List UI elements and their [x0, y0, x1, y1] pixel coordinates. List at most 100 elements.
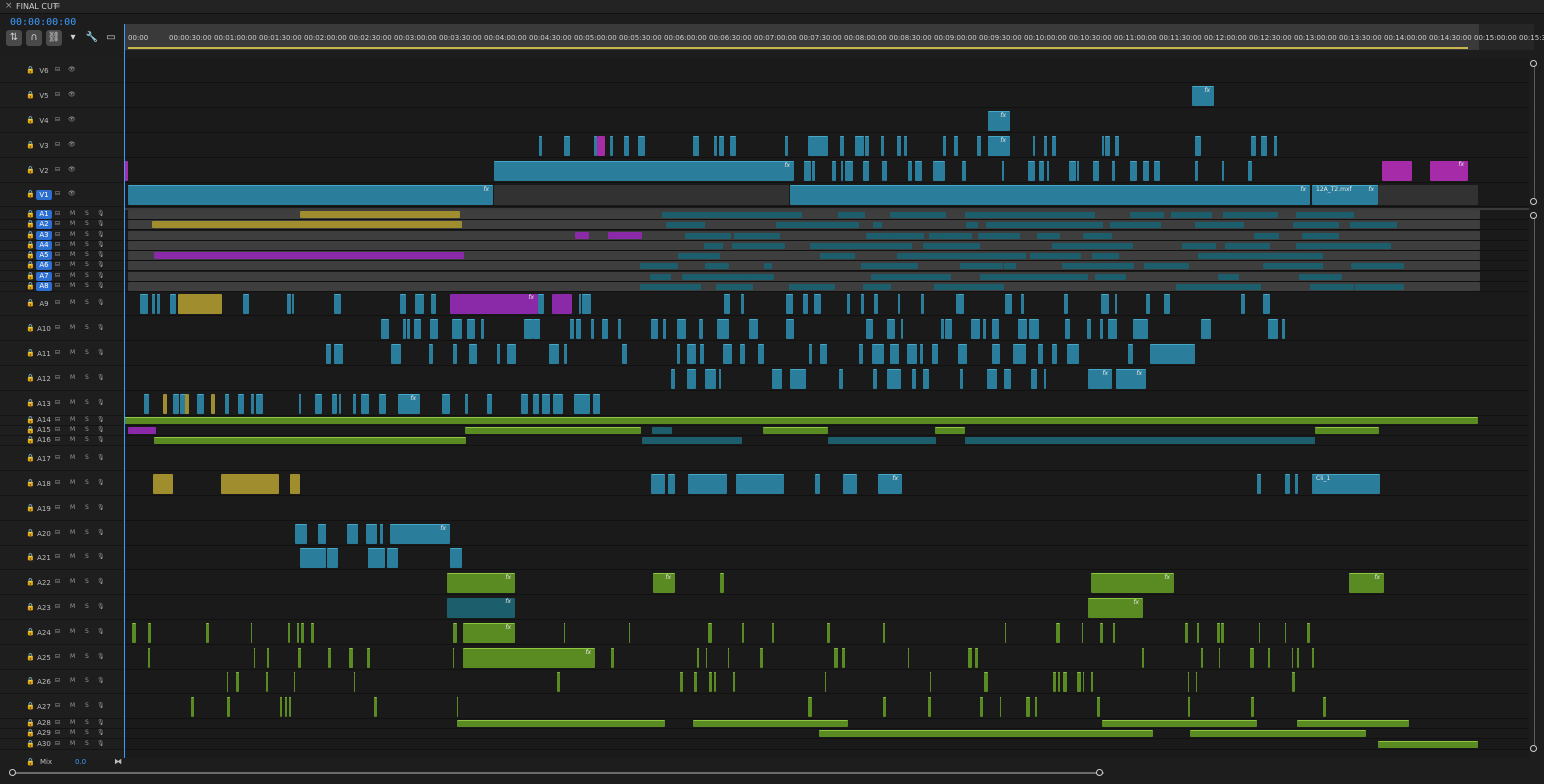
timeline-clip[interactable] [1262, 294, 1271, 314]
timeline-clip[interactable] [700, 274, 716, 280]
timeline-clip[interactable] [741, 623, 744, 643]
timeline-clip[interactable] [666, 222, 695, 228]
timeline-clip[interactable] [895, 233, 916, 239]
track-lock-icon[interactable]: 🔒 [26, 479, 35, 487]
timeline-clip[interactable] [124, 417, 1478, 424]
timeline-clip[interactable] [704, 253, 720, 259]
timeline-clip[interactable]: fx [653, 573, 675, 593]
timeline-clip[interactable] [564, 344, 568, 364]
timeline-clip[interactable] [1076, 672, 1081, 692]
track-lane-v1[interactable]: fx fx fx 12A_T2.mxf [124, 183, 1529, 207]
timeline-clip[interactable] [677, 344, 681, 364]
timeline-clip[interactable] [897, 136, 902, 156]
timeline-clip[interactable] [826, 623, 831, 643]
track-lock-icon[interactable]: 🔒 [26, 553, 35, 561]
mute-track-button[interactable]: M [70, 374, 75, 381]
timeline-clip[interactable] [974, 648, 979, 668]
track-lock-icon[interactable]: 🔒 [26, 729, 35, 737]
timeline-clip[interactable] [961, 161, 966, 181]
timeline-clip[interactable] [748, 274, 774, 280]
timeline-clip[interactable] [288, 623, 291, 643]
timeline-clip[interactable] [1248, 161, 1252, 181]
timeline-clip[interactable] [977, 136, 982, 156]
mute-track-button[interactable]: M [70, 479, 75, 486]
track-lock-icon[interactable]: 🔒 [26, 454, 35, 462]
timeline-clip[interactable] [173, 394, 180, 414]
voice-over-record-icon[interactable]: 🎙 [97, 504, 105, 511]
timeline-clip[interactable] [927, 697, 931, 717]
track-target-a11[interactable]: A11 [36, 349, 52, 359]
mute-track-button[interactable]: M [70, 349, 75, 356]
timeline-clip[interactable] [670, 369, 675, 389]
timeline-clip[interactable] [1051, 136, 1057, 156]
voice-over-record-icon[interactable]: 🎙 [97, 628, 105, 635]
timeline-clip[interactable] [1052, 672, 1056, 692]
timeline-clip[interactable] [251, 394, 255, 414]
timeline-clip[interactable] [812, 161, 816, 181]
timeline-clip[interactable] [886, 319, 895, 339]
timeline-clip[interactable] [758, 344, 764, 364]
solo-track-button[interactable]: S [85, 426, 89, 433]
timeline-clip[interactable] [1351, 243, 1392, 249]
track-lane-a14[interactable] [124, 416, 1529, 426]
track-lane-v2[interactable]: fx fx [124, 159, 1529, 183]
toggle-output-eye-icon[interactable]: 👁 [68, 190, 76, 197]
voice-over-record-icon[interactable]: 🎙 [97, 553, 105, 560]
sync-lock-icon[interactable]: ⊟ [55, 479, 60, 486]
track-lock-icon[interactable]: 🔒 [26, 529, 35, 537]
track-lock-icon[interactable]: 🔒 [26, 141, 35, 149]
timeline-clip[interactable] [1195, 136, 1202, 156]
timeline-clip[interactable] [819, 253, 855, 259]
timeline-clip[interactable] [819, 730, 1153, 737]
track-lane-a29[interactable] [124, 729, 1529, 739]
timeline-clip[interactable] [1004, 369, 1012, 389]
timeline-clip[interactable] [450, 548, 462, 568]
timeline-clip[interactable] [298, 648, 301, 668]
timeline-clip[interactable] [860, 136, 864, 156]
voice-over-record-icon[interactable]: 🎙 [97, 241, 105, 248]
hscroll-right-handle[interactable] [1096, 769, 1103, 776]
timeline-clip[interactable] [1224, 243, 1270, 249]
timeline-clip[interactable] [808, 136, 828, 156]
timeline-clip[interactable] [1196, 623, 1200, 643]
solo-track-button[interactable]: S [85, 628, 89, 635]
timeline-clip[interactable] [700, 344, 704, 364]
timeline-clip[interactable] [1310, 284, 1355, 290]
voice-over-record-icon[interactable]: 🎙 [97, 231, 105, 238]
voice-over-record-icon[interactable]: 🎙 [97, 578, 105, 585]
timeline-clip[interactable] [163, 394, 167, 414]
voice-over-record-icon[interactable]: 🎙 [97, 729, 105, 736]
timeline-clip[interactable] [524, 319, 533, 339]
timeline-clip[interactable] [565, 648, 570, 668]
timeline-clip[interactable] [453, 344, 457, 364]
timeline-clip[interactable] [651, 319, 658, 339]
timeline-clip[interactable] [789, 294, 794, 314]
timeline-clip[interactable] [291, 294, 294, 314]
timeline-clip[interactable] [940, 319, 945, 339]
timeline-clip[interactable] [1378, 185, 1478, 205]
solo-track-button[interactable]: S [85, 504, 89, 511]
solo-track-button[interactable]: S [85, 399, 89, 406]
sync-lock-icon[interactable]: ⊟ [55, 504, 60, 511]
timeline-clip[interactable] [1291, 672, 1295, 692]
mute-track-button[interactable]: M [70, 603, 75, 610]
timeline-clip[interactable] [982, 253, 999, 259]
mute-track-button[interactable]: M [70, 729, 75, 736]
mute-track-button[interactable]: M [70, 241, 75, 248]
timeline-clip[interactable] [718, 319, 723, 339]
timeline-clip[interactable] [784, 136, 789, 156]
timeline-clip[interactable] [875, 344, 884, 364]
track-target-a6[interactable]: A6 [36, 261, 52, 270]
track-lane-a26[interactable] [124, 670, 1529, 694]
track-lock-icon[interactable]: 🔒 [26, 504, 35, 512]
timeline-clip[interactable]: fx [1116, 369, 1146, 389]
timeline-clip[interactable] [882, 161, 885, 181]
track-lock-icon[interactable]: 🔒 [26, 261, 35, 269]
mix-volume-value[interactable]: 0.0 [75, 758, 86, 766]
track-target-a26[interactable]: A26 [36, 677, 52, 687]
timeline-clip[interactable] [1378, 741, 1478, 748]
sync-lock-icon[interactable]: ⊟ [55, 251, 60, 258]
timeline-clip[interactable] [1056, 623, 1060, 643]
timeline-clip[interactable]: fx [398, 394, 420, 414]
timeline-clip[interactable] [415, 294, 422, 314]
